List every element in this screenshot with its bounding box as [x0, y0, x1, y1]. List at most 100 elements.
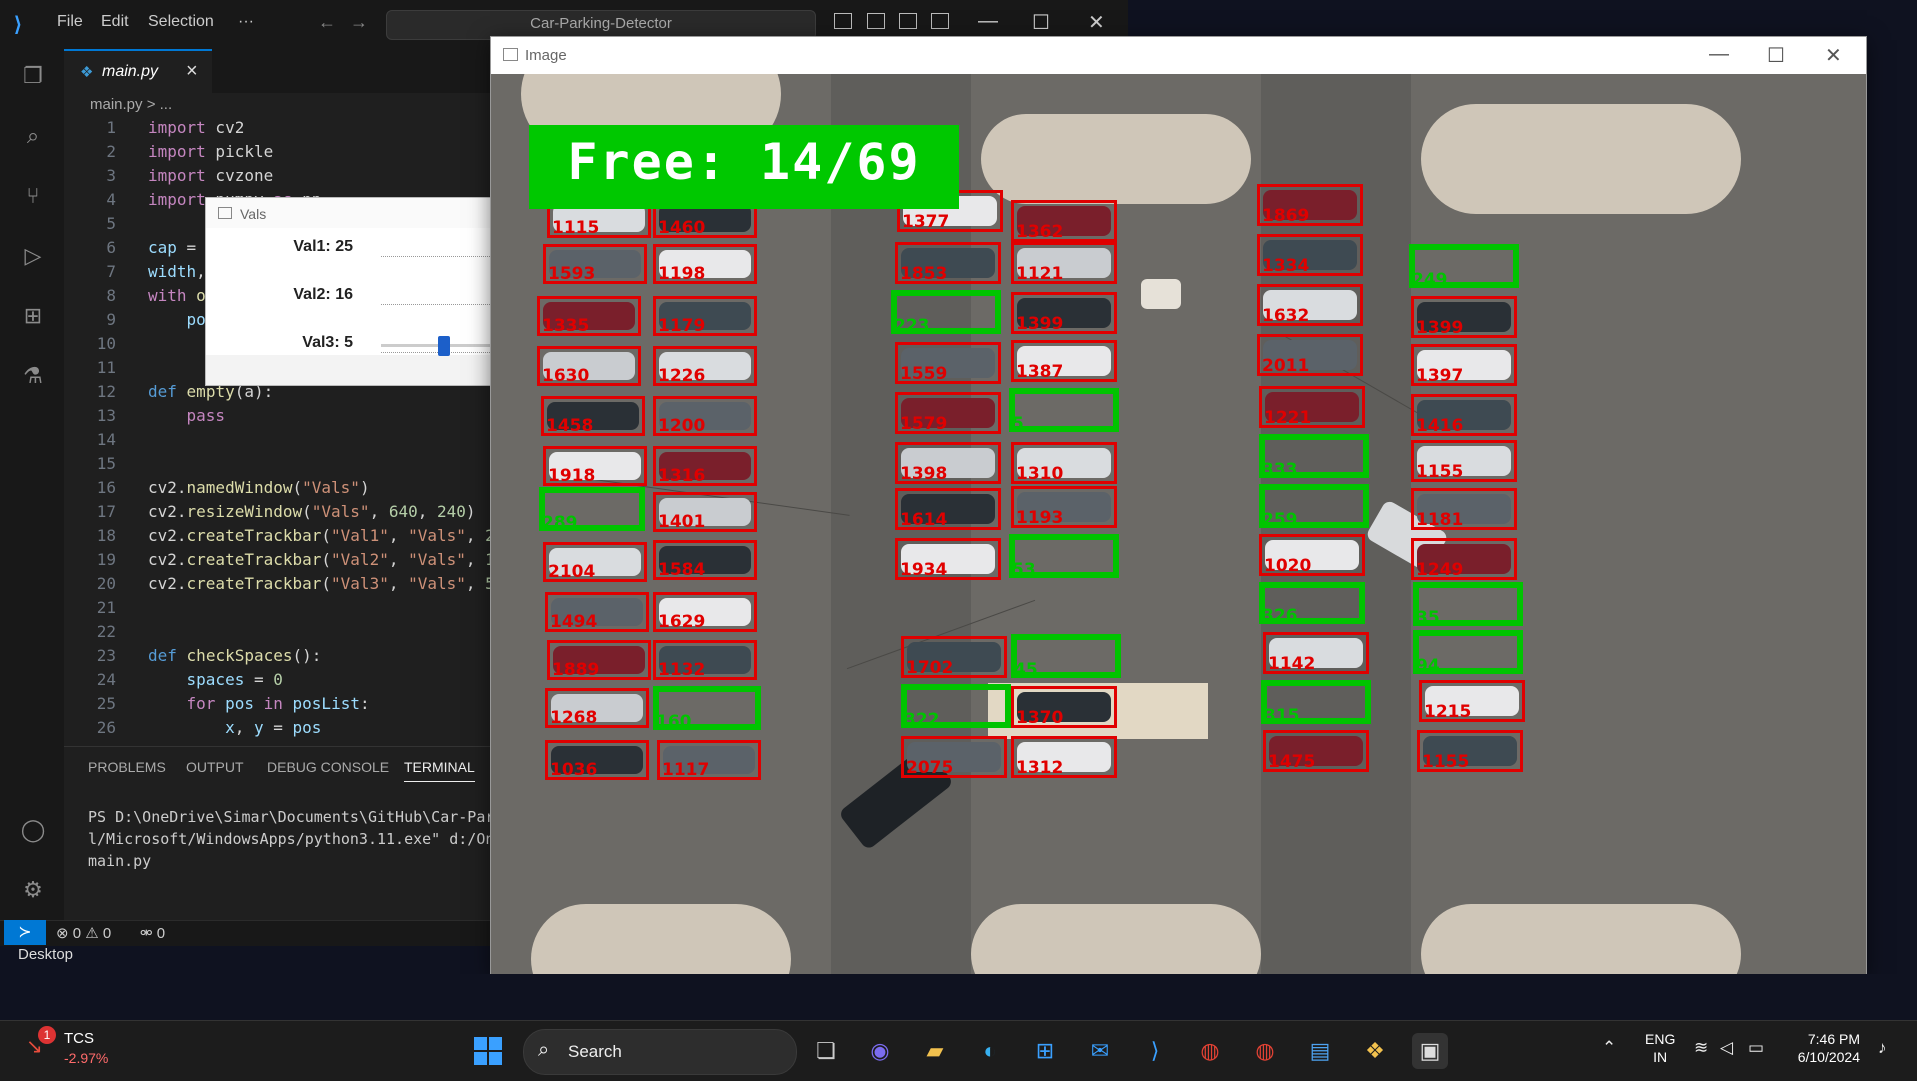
edge-icon[interactable]: ◐	[972, 1033, 1008, 1069]
parking-spot-occupied: 1020	[1259, 534, 1365, 576]
menu-more[interactable]: ···	[238, 13, 254, 31]
vals-title-bar[interactable]: Vals	[206, 198, 496, 228]
panel-tab-output[interactable]: OUTPUT	[186, 759, 244, 775]
spot-pixel-count: 315	[1264, 706, 1300, 726]
taskbar-search[interactable]: ⌕ Search	[523, 1029, 797, 1075]
parking-spot-occupied: 1401	[653, 492, 757, 532]
notification-bell-icon[interactable]: ♪	[1878, 1038, 1887, 1058]
panel-tab-debug-console[interactable]: DEBUG CONSOLE	[267, 759, 389, 775]
customize-layout-icon[interactable]	[931, 13, 949, 29]
spot-pixel-count: 326	[1262, 606, 1298, 626]
notepad-icon[interactable]: ▤	[1302, 1033, 1338, 1069]
spot-pixel-count: 1370	[1016, 708, 1064, 728]
code-text[interactable]: cv2.namedWindow("Vals")	[148, 476, 370, 500]
line-number: 26	[96, 718, 116, 737]
code-text[interactable]: w, h = width, height	[148, 740, 418, 744]
close-icon[interactable]: ✕	[1088, 10, 1105, 35]
run-debug-icon[interactable]: ▷	[18, 241, 48, 271]
settings-gear-icon[interactable]: ⚙	[18, 875, 48, 905]
tab-close-icon[interactable]: ×	[186, 60, 198, 83]
parking-spot-occupied: 1362	[1011, 200, 1117, 242]
code-text[interactable]: def checkSpaces():	[148, 644, 321, 668]
spot-pixel-count: 322	[904, 710, 940, 730]
file-explorer-icon[interactable]: ▰	[917, 1033, 953, 1069]
parking-spot-occupied: 1215	[1419, 680, 1525, 722]
python-icon[interactable]: ❖	[1357, 1033, 1393, 1069]
opencv-window-icon[interactable]: ▣	[1412, 1033, 1448, 1069]
spot-pixel-count: 1181	[1416, 510, 1464, 530]
parking-spot-occupied: 1632	[1257, 284, 1363, 326]
chevron-up-icon[interactable]: ⌃	[1602, 1038, 1616, 1058]
spot-pixel-count: 1399	[1016, 314, 1064, 334]
parking-spot-free: 289	[539, 487, 645, 532]
line-number: 8	[106, 286, 116, 305]
parking-spot-occupied: 1335	[537, 296, 641, 336]
nav-back-icon[interactable]: ←	[318, 12, 336, 33]
battery-icon[interactable]: ▭	[1748, 1038, 1764, 1058]
code-text[interactable]: for pos in posList:	[148, 692, 370, 716]
toggle-panel-icon[interactable]	[867, 13, 885, 29]
code-text[interactable]: import cvzone	[148, 164, 273, 188]
code-text[interactable]: spaces = 0	[148, 668, 283, 692]
maximize-icon[interactable]: ☐	[1032, 10, 1050, 35]
code-text[interactable]: pass	[148, 404, 226, 428]
spot-pixel-count: 1397	[1416, 366, 1464, 386]
parking-spot-occupied: 1702	[901, 636, 1007, 678]
command-center-label: Car-Parking-Detector	[530, 15, 672, 32]
spot-pixel-count: 1460	[658, 218, 706, 238]
breadcrumb[interactable]: main.py > ...	[90, 96, 172, 113]
copilot-icon[interactable]: ◉	[862, 1033, 898, 1069]
toggle-sidebar-icon[interactable]	[834, 13, 852, 29]
store-icon[interactable]: ⊞	[1027, 1033, 1063, 1069]
language-indicator[interactable]: ENG IN	[1645, 1030, 1675, 1066]
close-icon[interactable]: ✕	[1825, 43, 1842, 68]
menu-file[interactable]: File	[57, 13, 83, 31]
code-text[interactable]: import pickle	[148, 140, 273, 164]
tab-main-py[interactable]: ❖ main.py ×	[64, 49, 212, 95]
status-ports[interactable]: ⚮ 0	[140, 924, 165, 942]
menu-edit[interactable]: Edit	[101, 13, 129, 31]
chrome-profile-icon[interactable]: ◍	[1247, 1033, 1283, 1069]
panel-tab-problems[interactable]: PROBLEMS	[88, 759, 166, 775]
code-text[interactable]: import cv2	[148, 116, 244, 140]
val3-slider-thumb[interactable]	[438, 336, 450, 356]
spot-pixel-count: 1155	[1422, 752, 1470, 772]
explorer-icon[interactable]: ❐	[18, 61, 48, 91]
toggle-secondary-sidebar-icon[interactable]	[899, 13, 917, 29]
testing-icon[interactable]: ⚗	[18, 361, 48, 391]
maximize-icon[interactable]: ☐	[1767, 43, 1785, 68]
menu-selection[interactable]: Selection	[148, 13, 214, 31]
image-title-bar[interactable]: Image — ☐ ✕	[491, 37, 1866, 73]
extensions-icon[interactable]: ⊞	[18, 301, 48, 331]
line-number: 15	[96, 454, 116, 473]
minimize-icon[interactable]: —	[978, 10, 998, 33]
code-text[interactable]: x, y = pos	[148, 716, 321, 740]
code-text[interactable]: cv2.resizeWindow("Vals", 640, 240)	[148, 500, 476, 524]
spot-pixel-count: 1312	[1016, 758, 1064, 778]
task-view-icon[interactable]: ❏	[808, 1033, 844, 1069]
line-number: 5	[106, 214, 116, 233]
wifi-icon[interactable]: ≋	[1694, 1038, 1708, 1058]
accounts-icon[interactable]: ◯	[18, 815, 48, 845]
clock[interactable]: 7:46 PM 6/10/2024	[1790, 1030, 1860, 1066]
parking-spot-free: 53	[1009, 534, 1119, 579]
panel-tab-terminal[interactable]: TERMINAL	[404, 759, 475, 782]
python-file-icon: ❖	[80, 64, 94, 81]
start-button[interactable]	[474, 1037, 504, 1067]
minimize-icon[interactable]: —	[1709, 43, 1729, 66]
stock-name[interactable]: TCS	[64, 1030, 94, 1047]
source-control-icon[interactable]: ⑂	[18, 181, 48, 211]
chrome-icon[interactable]: ◍	[1192, 1033, 1228, 1069]
nav-forward-icon[interactable]: →	[350, 12, 368, 33]
parking-spot-occupied: 1121	[1011, 242, 1117, 284]
parking-spot-occupied: 1310	[1011, 442, 1117, 484]
spot-pixel-count: 1614	[900, 510, 948, 530]
remote-indicator-icon[interactable]: ≻	[4, 920, 46, 945]
line-number: 9	[106, 310, 116, 329]
vscode-taskbar-icon[interactable]: ⟩	[1137, 1033, 1173, 1069]
search-icon[interactable]: ⌕	[18, 121, 48, 151]
volume-icon[interactable]: ◁	[1720, 1038, 1733, 1058]
language: ENG	[1645, 1031, 1676, 1047]
mail-icon[interactable]: ✉	[1082, 1033, 1118, 1069]
status-problems[interactable]: ⊗ 0 ⚠ 0	[56, 924, 111, 942]
